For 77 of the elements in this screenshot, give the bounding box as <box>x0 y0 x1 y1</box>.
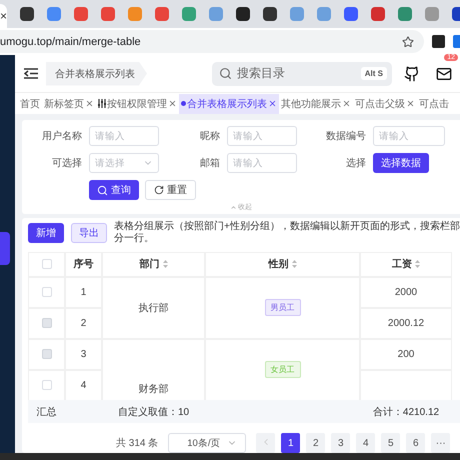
sort-icon[interactable] <box>415 260 420 268</box>
site-favicon-icon[interactable] <box>236 7 250 21</box>
tab-close-button[interactable]: × <box>0 4 8 28</box>
table-cell: 3 <box>65 338 102 370</box>
extension-icon[interactable] <box>432 35 445 48</box>
site-favicon-icon[interactable] <box>263 7 278 21</box>
field-label: 数据编号 <box>325 130 366 143</box>
refresh-icon <box>154 185 164 195</box>
select-all-checkbox[interactable] <box>42 259 52 270</box>
more-pages-button[interactable]: ··· <box>431 433 450 454</box>
page-tab[interactable]: 新标签页 <box>42 94 96 114</box>
star-icon[interactable] <box>402 36 414 48</box>
close-icon[interactable] <box>85 99 94 108</box>
close-icon[interactable] <box>168 99 177 108</box>
field-label: 可选择 <box>51 156 82 170</box>
total-count: 共 314 条 <box>116 436 158 450</box>
select-data-button[interactable]: 选择数据 <box>373 153 429 173</box>
field-label: 邮箱 <box>199 156 220 170</box>
sort-icon[interactable] <box>292 260 296 268</box>
breadcrumb[interactable]: 合并表格展示列表 <box>46 62 147 86</box>
page-button[interactable]: 4 <box>356 433 376 454</box>
page-button[interactable]: 2 <box>306 433 326 454</box>
search-field[interactable]: 搜索目录 Alt S <box>212 62 392 86</box>
mail-icon <box>436 66 452 82</box>
column-header[interactable]: 部门 <box>102 252 205 277</box>
close-icon[interactable] <box>268 99 277 108</box>
field-label: 昵称 <box>199 130 220 143</box>
chevron-up-icon <box>230 204 237 210</box>
table-cell: 2 <box>65 308 102 339</box>
github-icon <box>404 66 420 82</box>
table-cell: 2000 <box>360 276 452 308</box>
page-tab[interactable]: 按钮权限管理 <box>96 94 179 114</box>
field-label: 选择 <box>345 156 366 170</box>
export-button[interactable]: 导出 <box>71 223 107 243</box>
prev-page-button[interactable] <box>256 433 276 454</box>
site-favicon-icon[interactable] <box>20 7 34 21</box>
search-icon <box>219 67 232 80</box>
column-header[interactable]: 序号 <box>65 252 102 277</box>
description-text: 表格分组展示（按照部门+性别分组），数据编辑以新开页面的形式，搜索栏部分一行。 <box>114 221 460 245</box>
page-size-select[interactable]: 10条/页 <box>168 433 246 454</box>
table-cell: 1 <box>65 276 102 308</box>
table-cell: 200 <box>360 338 452 370</box>
add-button[interactable]: 新增 <box>28 223 64 243</box>
column-header[interactable]: 性别 <box>205 252 360 277</box>
close-icon[interactable] <box>406 99 415 108</box>
summary-label: 汇总 <box>36 406 58 420</box>
close-icon[interactable] <box>342 99 351 108</box>
row-checkbox[interactable] <box>42 380 52 390</box>
page-tab[interactable]: 其他功能展示 <box>279 94 353 114</box>
summary-value: 自定义取值：10 <box>116 406 190 420</box>
search-button[interactable]: 查询 <box>89 180 139 200</box>
search-icon <box>97 184 108 196</box>
menu-fold-icon[interactable] <box>24 68 38 79</box>
field-label: 用户名称 <box>41 130 82 143</box>
column-header[interactable]: 工资 <box>360 252 452 277</box>
active-dot-icon <box>181 101 186 106</box>
sort-icon[interactable] <box>162 260 168 268</box>
page-button[interactable]: 6 <box>406 433 426 454</box>
table-cell: 2000.12 <box>360 308 452 339</box>
page-tab[interactable]: 合并表格展示列表 <box>179 94 279 114</box>
sliders-icon <box>98 99 106 108</box>
shortcut-key: Alt S <box>360 67 387 80</box>
gender-tag: 男员工 <box>264 299 300 316</box>
sidebar-item[interactable] <box>0 232 10 265</box>
address-bar[interactable]: umogu.top/main/merge-table <box>0 30 424 53</box>
table-cell: 执行部 <box>102 276 205 339</box>
page-tab[interactable]: 首页 <box>18 94 42 114</box>
page-button[interactable]: 5 <box>381 433 400 454</box>
page-tab[interactable]: 可点击父级 <box>353 94 417 114</box>
summary-total: 合计：4210.12 <box>372 406 440 420</box>
url-text: umogu.top/main/merge-table <box>0 36 141 48</box>
page-tab[interactable]: 可点击 <box>417 94 451 114</box>
row-checkbox[interactable] <box>42 287 52 298</box>
reset-button[interactable]: 重置 <box>145 180 196 200</box>
page-button[interactable]: 1 <box>281 433 300 454</box>
gender-tag: 女员工 <box>264 361 300 378</box>
page-button[interactable]: 3 <box>331 433 350 454</box>
